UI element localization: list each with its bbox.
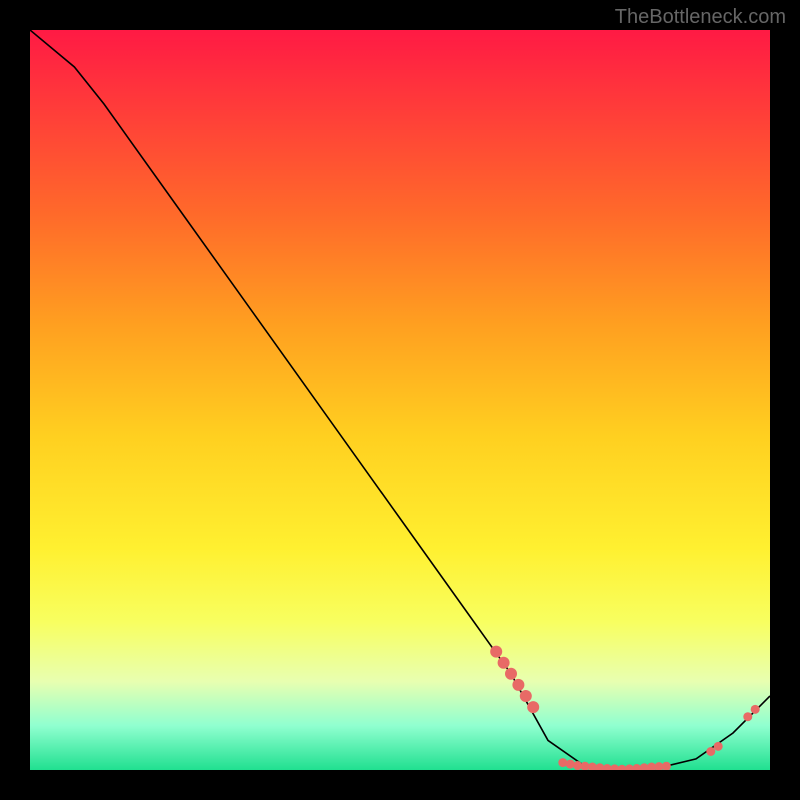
data-point [558, 758, 567, 767]
chart-frame: TheBottleneck.com [0, 0, 800, 800]
data-points-cluster-c [706, 705, 759, 756]
watermark-text: TheBottleneck.com [615, 6, 786, 29]
data-point [505, 668, 517, 680]
performance-curve [30, 30, 770, 770]
data-point [520, 690, 532, 702]
data-point [498, 657, 510, 669]
data-point [743, 712, 752, 721]
data-point [662, 762, 671, 770]
data-point [566, 760, 575, 769]
data-point [512, 679, 524, 691]
data-point [490, 646, 502, 658]
data-point [527, 701, 539, 713]
data-point [714, 742, 723, 751]
data-point [751, 705, 760, 714]
curve-layer [30, 30, 770, 770]
plot-area [30, 30, 770, 770]
data-point [706, 747, 715, 756]
